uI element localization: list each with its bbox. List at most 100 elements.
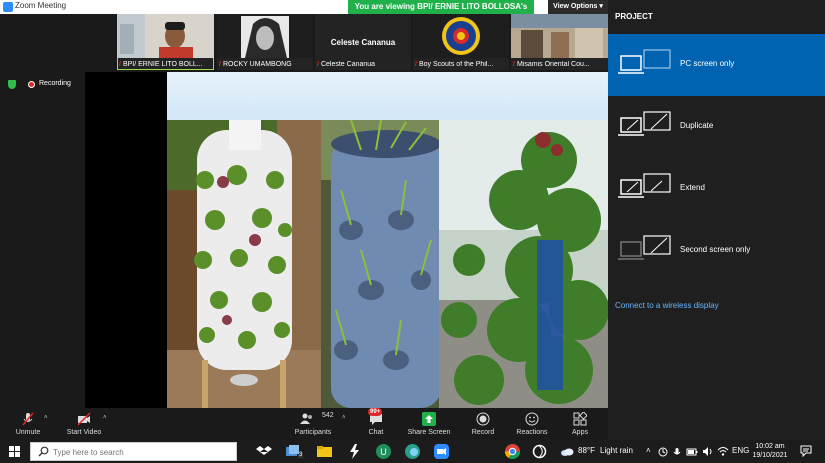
video-options-caret[interactable]: ˄ bbox=[103, 415, 107, 421]
weather-condition[interactable]: Light rain bbox=[600, 446, 633, 455]
dropbox-icon[interactable] bbox=[256, 443, 273, 460]
participant-name: BPI/ ERNIE LITO BOLL... bbox=[122, 61, 203, 68]
participant-video bbox=[117, 14, 214, 58]
reactions-icon bbox=[525, 412, 539, 426]
reactions-button[interactable]: Reactions bbox=[514, 408, 550, 440]
search-input[interactable] bbox=[53, 445, 233, 459]
recording-label: Recording bbox=[39, 80, 71, 87]
windows-taskbar: 3 U 88°F Light rain ˄ bbox=[0, 440, 825, 463]
tower-garden-photo-1 bbox=[167, 120, 321, 408]
participant-tile[interactable]: / BPI/ ERNIE LITO BOLL... bbox=[117, 14, 214, 70]
view-options-button[interactable]: View Options ▾ bbox=[548, 0, 608, 14]
participant-tile[interactable]: Celeste Cananua / Celeste Cananua bbox=[315, 14, 411, 70]
participant-tile[interactable]: / Boy Scouts of the Phil... bbox=[413, 14, 509, 70]
share-screen-icon bbox=[422, 412, 436, 426]
duplicate-icon bbox=[618, 111, 671, 136]
record-icon bbox=[476, 412, 490, 426]
windows-start-icon[interactable] bbox=[9, 446, 20, 457]
project-option-extend[interactable]: Extend bbox=[608, 158, 825, 220]
show-hidden-icons-chevron-icon[interactable]: ˄ bbox=[646, 446, 651, 455]
connect-wireless-display-link[interactable]: Connect to a wireless display bbox=[615, 301, 719, 310]
boy-scouts-logo-icon bbox=[413, 14, 509, 58]
chevron-down-icon: ▾ bbox=[599, 3, 603, 10]
participants-options-caret[interactable]: ˄ bbox=[342, 415, 346, 421]
view-options-label: View Options bbox=[553, 3, 598, 10]
zoom-taskbar-icon[interactable] bbox=[433, 443, 450, 460]
chat-unread-badge: 99+ bbox=[368, 408, 383, 416]
notification-center-icon[interactable] bbox=[800, 445, 812, 457]
record-label: Record bbox=[471, 429, 495, 436]
unmute-button[interactable]: Unmute bbox=[10, 408, 46, 440]
zoom-app-icon bbox=[3, 2, 13, 12]
share-screen-button[interactable]: Share Screen bbox=[405, 408, 453, 440]
app-swirl-icon[interactable] bbox=[531, 443, 548, 460]
weather-cloud-icon bbox=[561, 448, 574, 456]
reactions-label: Reactions bbox=[516, 429, 548, 436]
start-video-label: Start Video bbox=[66, 429, 102, 436]
participant-name-display: Celeste Cananua bbox=[330, 38, 396, 47]
battery-icon[interactable] bbox=[686, 447, 698, 457]
record-button[interactable]: Record bbox=[468, 408, 498, 440]
muted-mic-icon bbox=[22, 412, 34, 426]
file-explorer-icon[interactable] bbox=[316, 443, 333, 460]
volume-icon[interactable] bbox=[702, 446, 714, 457]
participant-name: Misamis Oriental Cou... bbox=[516, 61, 590, 68]
project-option-label: Duplicate bbox=[680, 121, 714, 130]
chrome-browser-icon[interactable] bbox=[504, 443, 521, 460]
project-panel-title: PROJECT bbox=[615, 12, 653, 21]
viewing-screen-banner: You are viewing BPI/ ERNIE LITO BOLLOSA'… bbox=[348, 0, 534, 25]
weather-temperature[interactable]: 88°F bbox=[578, 446, 595, 455]
project-option-second-screen-only[interactable]: Second screen only bbox=[608, 220, 825, 282]
edge-browser-icon[interactable] bbox=[404, 443, 421, 460]
project-option-label: PC screen only bbox=[680, 59, 735, 68]
participants-label: Participants bbox=[294, 429, 332, 436]
app-circle-u-icon[interactable]: U bbox=[375, 443, 392, 460]
project-option-duplicate[interactable]: Duplicate bbox=[608, 96, 825, 158]
apps-button[interactable]: Apps bbox=[566, 408, 594, 440]
participant-photo bbox=[217, 14, 313, 58]
clock-time: 10:02 am bbox=[755, 443, 785, 450]
muted-mic-icon: / bbox=[317, 61, 319, 68]
window-title: Zoom Meeting bbox=[15, 1, 67, 10]
slide-header-band bbox=[167, 72, 608, 120]
video-off-icon bbox=[77, 412, 91, 426]
tray-mic-icon[interactable] bbox=[672, 447, 682, 457]
participant-name: ROCKY UMAMBONG bbox=[222, 61, 292, 68]
chat-button[interactable]: 99+ Chat bbox=[360, 408, 392, 440]
shared-screen-padding bbox=[85, 72, 167, 408]
audio-options-caret[interactable]: ˄ bbox=[44, 415, 48, 421]
muted-mic-icon: / bbox=[513, 61, 515, 68]
project-panel: PROJECT PC screen only Duplicate Extend … bbox=[608, 0, 825, 440]
start-video-button[interactable]: Start Video bbox=[62, 408, 106, 440]
tray-app-icon[interactable] bbox=[658, 447, 668, 457]
shared-screen-content bbox=[167, 72, 608, 408]
apps-icon bbox=[573, 412, 587, 426]
wifi-icon[interactable] bbox=[717, 446, 729, 457]
participants-button[interactable]: 542 Participants bbox=[290, 408, 336, 440]
participant-name: Celeste Cananua bbox=[320, 61, 376, 68]
muted-mic-icon: / bbox=[119, 61, 121, 68]
extend-icon bbox=[618, 173, 671, 198]
input-language[interactable]: ENG bbox=[732, 446, 749, 455]
participants-count: 542 bbox=[322, 412, 334, 419]
task-view-icon[interactable] bbox=[284, 443, 301, 460]
second-screen-only-icon bbox=[618, 235, 671, 260]
participant-name: Boy Scouts of the Phil... bbox=[418, 61, 494, 68]
recording-icon bbox=[28, 81, 35, 88]
svg-text:U: U bbox=[380, 447, 387, 457]
unmute-label: Unmute bbox=[15, 429, 41, 436]
meeting-toolbar: Unmute ˄ Start Video ˄ 542 Participants … bbox=[0, 408, 608, 440]
tower-garden-photo-3 bbox=[439, 120, 608, 408]
project-option-pc-screen-only[interactable]: PC screen only bbox=[608, 34, 825, 96]
taskbar-search-box[interactable] bbox=[30, 442, 237, 461]
project-option-label: Second screen only bbox=[680, 245, 751, 254]
participant-tile[interactable]: / Misamis Oriental Cou... bbox=[511, 14, 608, 70]
participant-tile[interactable]: / ROCKY UMAMBONG bbox=[217, 14, 313, 70]
clock-date: 19/10/2021 bbox=[752, 452, 788, 459]
pc-screen-only-icon bbox=[618, 49, 671, 74]
participant-photo bbox=[511, 14, 608, 58]
security-shield-icon[interactable] bbox=[8, 80, 16, 89]
app-bolt-icon[interactable] bbox=[346, 443, 363, 460]
screen: Zoom Meeting You are viewing BPI/ ERNIE … bbox=[0, 0, 825, 463]
taskbar-clock[interactable]: 10:02 am 19/10/2021 bbox=[750, 442, 790, 460]
